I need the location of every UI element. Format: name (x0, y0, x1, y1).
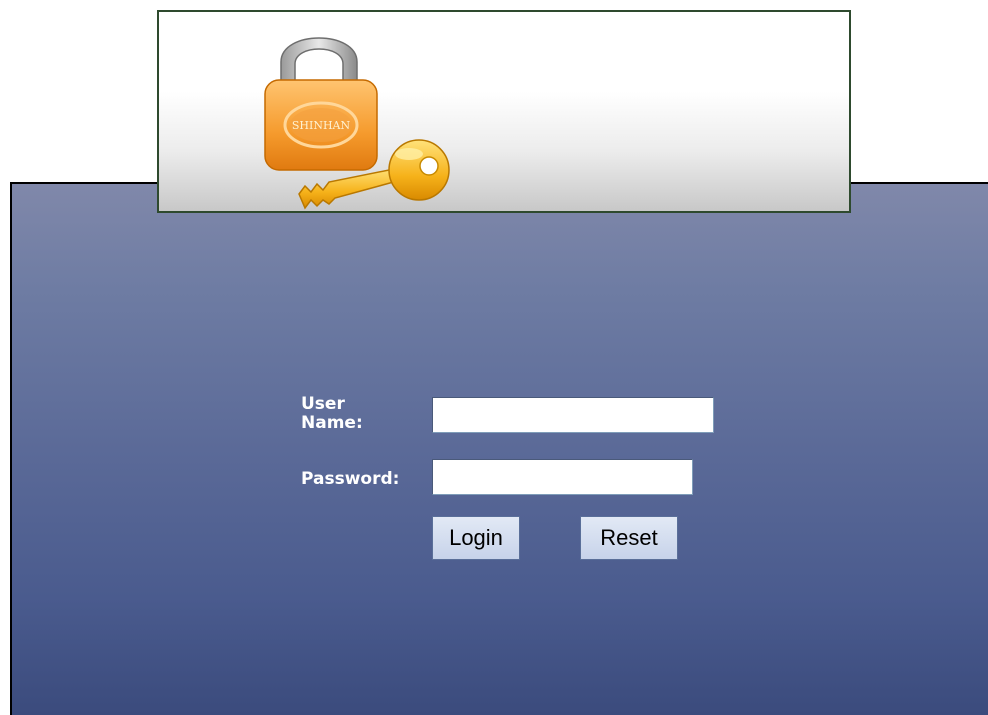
login-panel (10, 182, 988, 715)
username-label: User Name: (301, 394, 363, 433)
login-button[interactable]: Login (432, 516, 520, 560)
password-input[interactable] (432, 459, 693, 495)
username-input[interactable] (432, 397, 714, 433)
header-banner: SHINHAN (157, 10, 851, 213)
reset-button[interactable]: Reset (580, 516, 678, 560)
lock-brand-text: SHINHAN (292, 119, 351, 132)
lock-and-key-icon: SHINHAN (264, 37, 450, 210)
password-label: Password: (301, 469, 400, 489)
login-page: SHINHAN User Name: Password: Login Reset (0, 0, 988, 715)
